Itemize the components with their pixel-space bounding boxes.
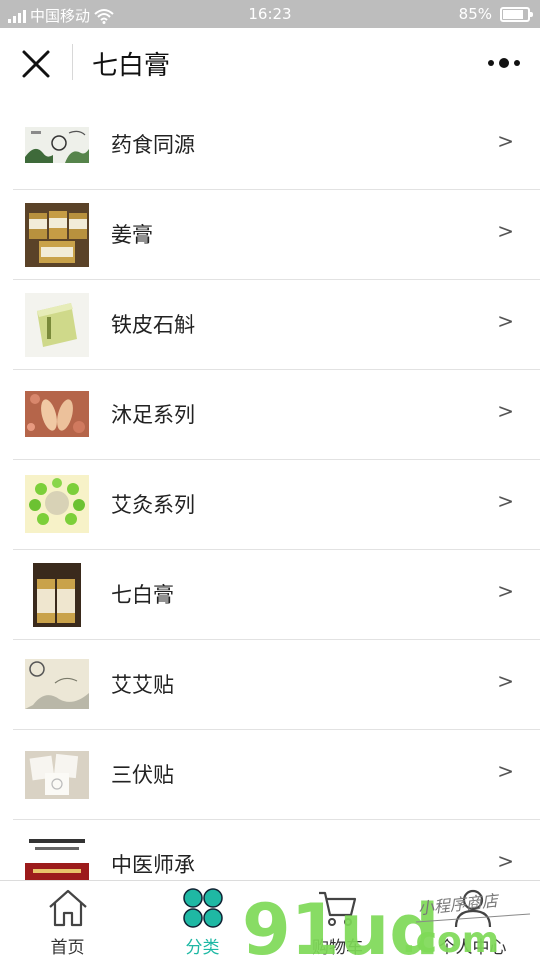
category-item[interactable]: 姜膏 > (13, 190, 540, 280)
home-icon (49, 889, 87, 927)
more-button[interactable] (488, 54, 520, 72)
battery-percent: 85% (458, 5, 492, 23)
category-item[interactable]: 沐足系列 > (13, 370, 540, 460)
chevron-right-icon: > (497, 669, 514, 693)
close-button[interactable] (18, 48, 54, 80)
category-thumbnail (25, 113, 89, 177)
header-divider (72, 44, 73, 80)
chevron-right-icon: > (497, 129, 514, 153)
more-dots-icon (488, 58, 520, 68)
category-item[interactable]: 艾艾贴 > (13, 640, 540, 730)
tab-label: 分类 (185, 938, 220, 958)
tab-cart[interactable]: 购物车 (270, 881, 405, 960)
chevron-right-icon: > (497, 219, 514, 243)
tab-profile[interactable]: 个人中心 (405, 881, 540, 960)
category-item[interactable]: 药食同源 > (13, 100, 540, 190)
tab-label: 首页 (50, 938, 85, 958)
category-label: 艾艾贴 (111, 673, 174, 697)
category-list: 药食同源 > 姜膏 > 铁皮石斛 > 沐足系列 > 艾灸系列 > 七白膏 > 艾… (0, 100, 540, 910)
tab-home[interactable]: 首页 (0, 881, 135, 960)
category-thumbnail (25, 293, 89, 357)
category-label: 铁皮石斛 (111, 313, 195, 337)
tab-category[interactable]: 分类 (135, 881, 270, 960)
category-label: 药食同源 (111, 133, 195, 157)
category-item[interactable]: 艾灸系列 > (13, 460, 540, 550)
category-thumbnail (25, 383, 89, 447)
page-title: 七白膏 (92, 51, 171, 81)
category-thumbnail (25, 563, 89, 627)
category-thumbnail (25, 653, 89, 717)
tab-label: 个人中心 (438, 938, 507, 958)
chevron-right-icon: > (497, 399, 514, 423)
category-label: 七白膏 (111, 583, 174, 607)
category-thumbnail (25, 203, 89, 267)
category-label: 三伏贴 (111, 763, 174, 787)
category-thumbnail (25, 743, 89, 807)
battery-icon (500, 6, 533, 22)
user-icon (454, 889, 492, 928)
status-bar-right: 85% (458, 5, 533, 23)
chevron-right-icon: > (497, 579, 514, 603)
chevron-right-icon: > (497, 309, 514, 333)
chevron-right-icon: > (497, 849, 514, 873)
category-thumbnail (25, 473, 89, 537)
category-label: 沐足系列 (111, 403, 195, 427)
category-label: 中医师承 (111, 853, 195, 877)
chevron-right-icon: > (497, 489, 514, 513)
close-icon (22, 50, 50, 78)
category-item[interactable]: 铁皮石斛 > (13, 280, 540, 370)
chevron-right-icon: > (497, 759, 514, 783)
category-label: 姜膏 (111, 223, 153, 247)
category-label: 艾灸系列 (111, 493, 195, 517)
category-icon (183, 888, 223, 928)
header: 七白膏 (0, 28, 540, 100)
tab-label: 购物车 (312, 938, 363, 958)
cart-icon (319, 891, 357, 926)
category-item[interactable]: 七白膏 > (13, 550, 540, 640)
status-bar: 中国移动 16:23 85% (0, 0, 540, 28)
category-item[interactable]: 三伏贴 > (13, 730, 540, 820)
bottom-tab-bar: 首页 分类 购物车 个人中心 (0, 880, 540, 960)
